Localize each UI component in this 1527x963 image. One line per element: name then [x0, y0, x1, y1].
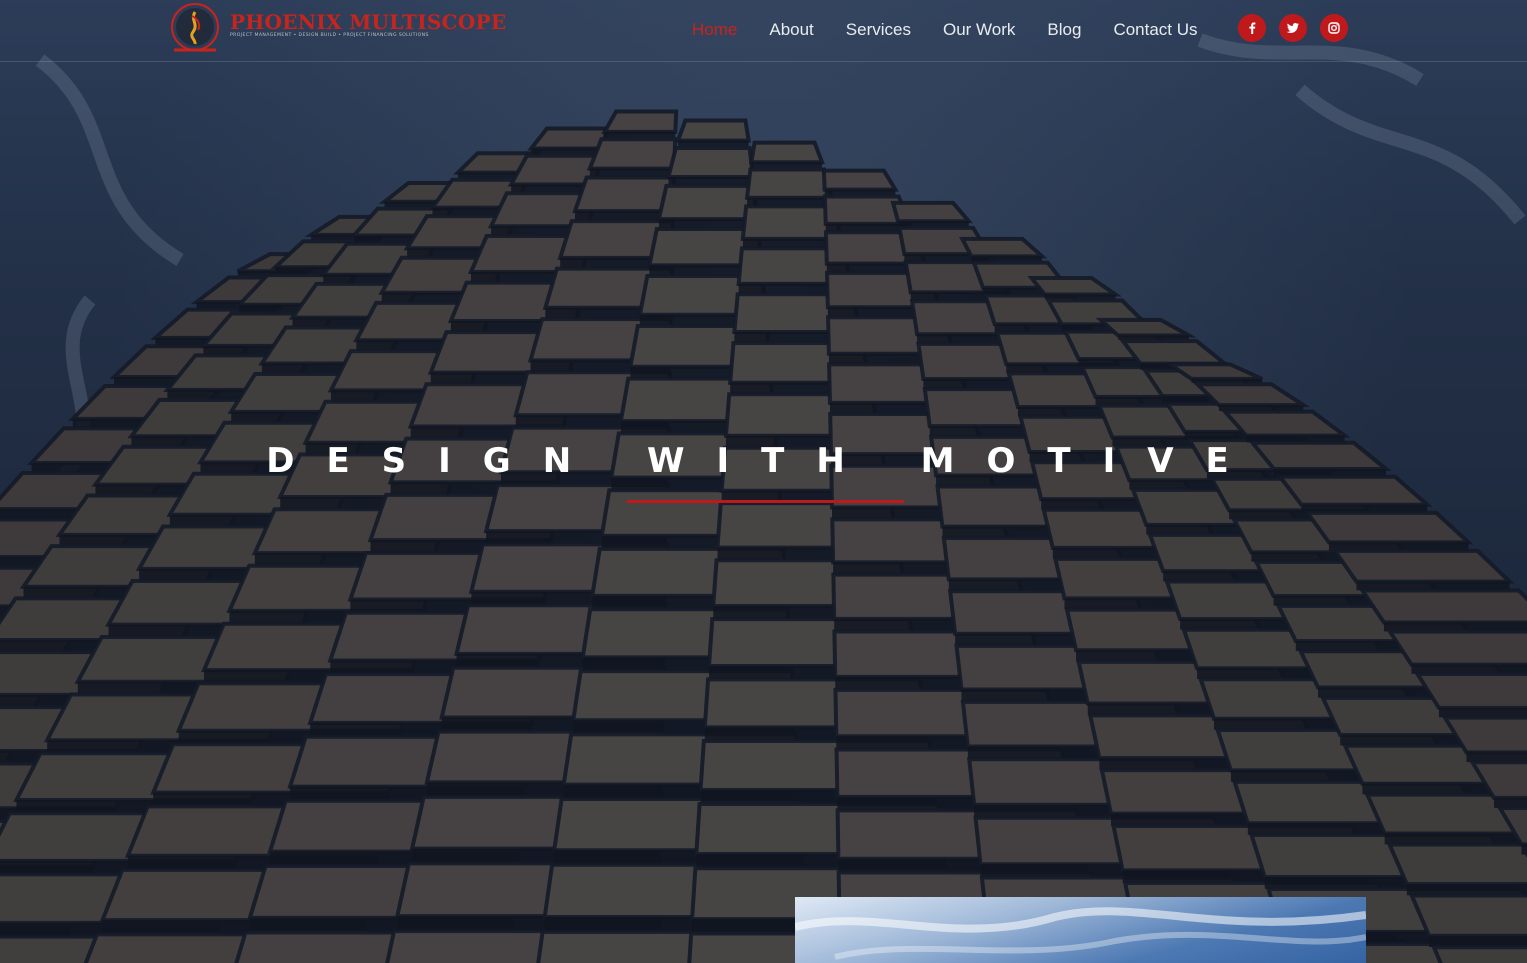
brand-tagline: PROJECT MANAGEMENT • DESIGN BUILD • PROJ… [230, 33, 429, 38]
nav-contact-us[interactable]: Contact Us [1113, 20, 1197, 40]
facebook-icon [1249, 22, 1256, 34]
hero-headline: DESIGN WITH MOTIVE [266, 440, 1261, 481]
nav-blog[interactable]: Blog [1047, 20, 1081, 40]
phoenix-logo-icon [171, 3, 219, 52]
nav-about[interactable]: About [769, 20, 813, 40]
nav-our-work[interactable]: Our Work [943, 20, 1015, 40]
preview-image [795, 897, 1366, 963]
headline-underline [627, 500, 904, 503]
twitter-icon [1286, 23, 1299, 33]
social-links [1238, 14, 1361, 42]
instagram-button[interactable] [1320, 14, 1348, 42]
site-header: PHOENIX MULTISCOPE PROJECT MANAGEMENT • … [0, 0, 1527, 62]
nav-services[interactable]: Services [846, 20, 911, 40]
instagram-icon [1328, 22, 1340, 34]
main-nav: Home About Services Our Work Blog Contac… [676, 0, 1214, 60]
facebook-button[interactable] [1238, 14, 1266, 42]
twitter-button[interactable] [1279, 14, 1307, 42]
nav-home[interactable]: Home [692, 20, 737, 40]
hero-overlay [0, 0, 1527, 963]
hero-section [0, 0, 1527, 963]
site-logo[interactable]: PHOENIX MULTISCOPE PROJECT MANAGEMENT • … [168, 0, 506, 60]
brand-name: PHOENIX MULTISCOPE [230, 10, 507, 34]
sky-preview-image [795, 907, 1366, 960]
